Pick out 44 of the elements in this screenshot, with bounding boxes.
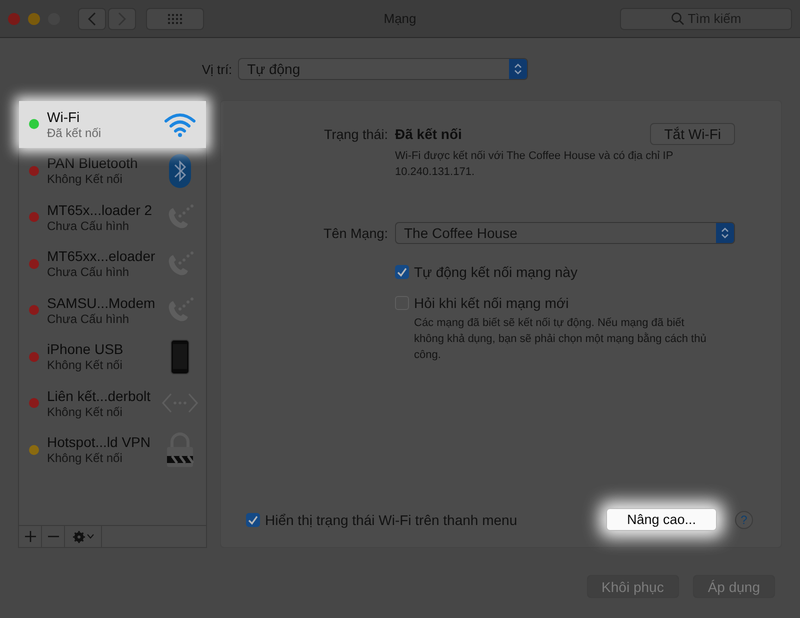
chevron-updown-icon: [721, 227, 729, 239]
show-status-label: Hiển thị trạng thái Wi-Fi trên thanh menu: [265, 512, 518, 528]
option-note: Các mạng đã biết sẽ kết nối tự động. Nếu mạng đã biết không khả dụng, bạn sẽ phải chọn một mạng bằng cách thủ công.: [414, 316, 708, 363]
service-name: MT65x...loader 2: [47, 202, 154, 218]
service-name: MT65xx...eloader: [47, 248, 154, 264]
caret-icon: [86, 534, 94, 539]
turn-off-wifi-button[interactable]: Tắt Wi-Fi: [650, 123, 735, 145]
service-name: SAMSU...Modem: [47, 294, 154, 311]
help-button[interactable]: ?: [735, 510, 753, 528]
grid-icon: [168, 14, 182, 24]
show-all-button[interactable]: [146, 8, 204, 30]
service-name: Wi-Fi: [47, 108, 81, 125]
network-name-label: Tên Mạng:: [322, 226, 388, 240]
service-name: Hotspot...ld VPN: [47, 434, 152, 450]
option-label: Tự động kết nối mạng này: [414, 264, 578, 280]
lock-icon: [166, 432, 194, 468]
back-icon: [88, 12, 96, 26]
chevron-updown-icon: [514, 63, 522, 75]
search-icon: [670, 12, 684, 25]
location-label: Vị trí:: [202, 62, 232, 76]
wifi-icon: [163, 111, 197, 138]
option-label: Hỏi khi kết nối mạng mới: [414, 295, 569, 311]
network-name-popup[interactable]: The Coffee House: [395, 222, 735, 244]
service-name: Liên kết...derbolt: [47, 388, 152, 404]
service-status: Đã kết nối: [47, 126, 102, 140]
status-label: Trạng thái:: [322, 126, 388, 142]
checkbox[interactable]: [395, 265, 409, 279]
gear-icon: [72, 530, 84, 542]
check-icon: [396, 266, 408, 278]
status-description: Wi-Fi được kết nối với The Coffee House và có địa chỉ IP 10.240.131.171.: [395, 149, 674, 180]
bluetooth-icon: [169, 154, 191, 188]
back-button[interactable]: [78, 8, 106, 30]
status-value: Đã kết nối: [395, 126, 462, 142]
service-name: PAN Bluetooth: [47, 155, 139, 172]
location-popup[interactable]: Tự động: [238, 58, 528, 80]
minimize-button[interactable]: [28, 12, 40, 24]
service-name: iPhone USB: [47, 341, 124, 358]
phone-device-icon: [170, 338, 190, 375]
advanced-button[interactable]: Nâng cao...: [606, 508, 717, 531]
close-button[interactable]: [8, 12, 20, 24]
check-icon: [247, 514, 259, 526]
checkbox[interactable]: [246, 512, 260, 526]
service-item[interactable]: Wi-Fi Đã kết nối: [19, 101, 206, 148]
plus-icon: [24, 531, 36, 542]
